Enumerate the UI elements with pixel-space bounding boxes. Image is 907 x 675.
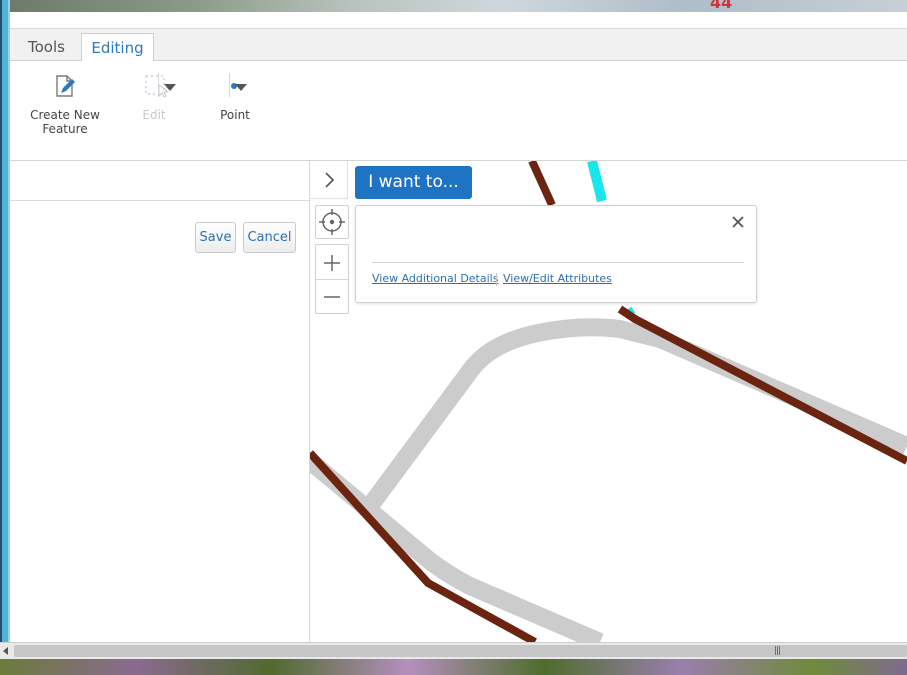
zoom-in-button[interactable] (316, 245, 348, 279)
locate-button[interactable] (315, 205, 349, 239)
edit-select-icon (128, 73, 186, 102)
zoom-control (315, 244, 349, 314)
road-cyan (587, 161, 607, 203)
background-map-strip: 44 (10, 0, 907, 12)
chevron-right-icon (325, 172, 335, 188)
point-label: Point (220, 108, 250, 122)
tab-tools[interactable]: Tools (19, 29, 74, 62)
i-want-to-button[interactable]: I want to... (355, 166, 472, 199)
zoom-in-icon (324, 255, 340, 271)
create-feature-icon (28, 73, 102, 102)
road-gray-lower (310, 454, 604, 642)
scrollbar-thumb[interactable]: ||| (14, 645, 907, 657)
ribbon-toolbar: Create New Feature Edit Point (10, 61, 907, 161)
edit-dropdown-caret[interactable] (164, 84, 176, 91)
popup-link-separator (496, 273, 497, 286)
ribbon-tab-bar: Tools Editing (10, 28, 907, 67)
panel-header (10, 161, 309, 201)
road-brown-right (617, 305, 907, 465)
view-additional-details-link[interactable]: View Additional Details (372, 272, 498, 285)
cancel-button[interactable]: Cancel (243, 222, 296, 253)
edit-label: Edit (142, 108, 166, 122)
close-icon (732, 216, 744, 228)
zoom-out-button[interactable] (316, 280, 348, 314)
expand-panel-button[interactable] (310, 161, 348, 199)
window-left-edge (0, 0, 10, 644)
save-button[interactable]: Save (195, 222, 236, 253)
edit-caret-divider (158, 73, 159, 97)
point-button[interactable]: Point (200, 73, 270, 122)
desktop-background-strip (0, 659, 907, 675)
create-new-feature-label: Create New Feature (30, 108, 100, 136)
point-dropdown-caret[interactable] (235, 84, 247, 91)
popup-divider (372, 262, 744, 263)
horizontal-scrollbar[interactable]: ||| (0, 642, 907, 659)
edit-side-panel: Save Cancel (10, 161, 310, 642)
map-number-label: 44 (710, 0, 733, 12)
zoom-out-icon (324, 296, 340, 298)
road-brown-upper (528, 161, 556, 207)
map-view[interactable]: I want to... View Additional Details Vie… (310, 161, 907, 642)
scrollbar-grip-icon: ||| (774, 646, 781, 656)
edit-button[interactable]: Edit (122, 73, 186, 122)
point-caret-divider (229, 73, 230, 97)
popup-close-button[interactable] (730, 214, 746, 230)
locate-icon (319, 209, 345, 235)
scroll-left-arrow[interactable] (3, 647, 8, 655)
view-edit-attributes-link[interactable]: View/Edit Attributes (503, 272, 612, 285)
create-new-feature-button[interactable]: Create New Feature (28, 73, 102, 136)
feature-popup: View Additional Details View/Edit Attrib… (355, 205, 757, 303)
